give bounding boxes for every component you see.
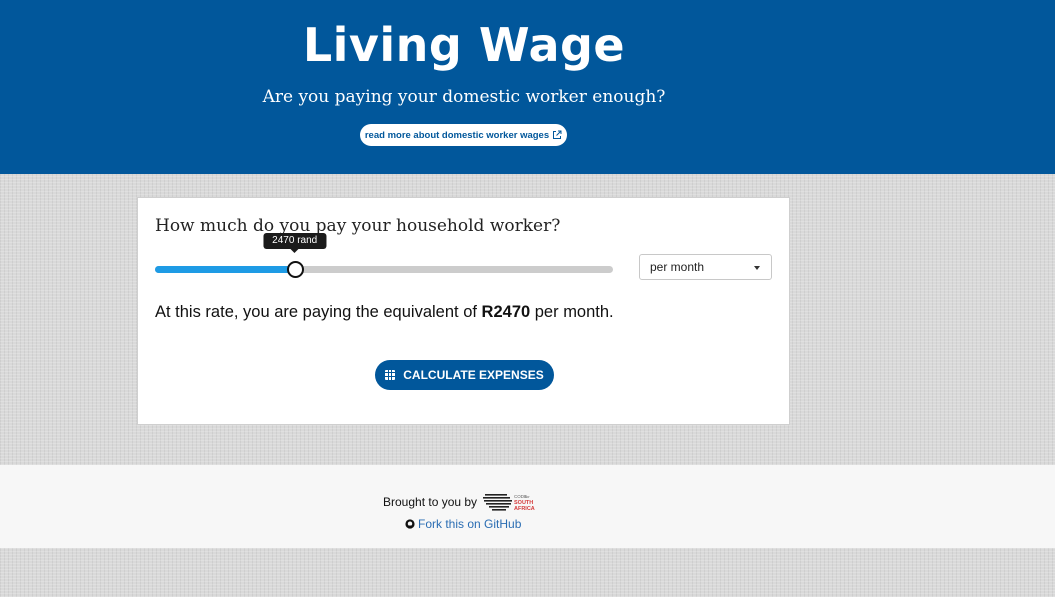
period-select-value: per month [650, 260, 705, 274]
result-amount: R2470 [481, 303, 531, 321]
result-suffix: per month. [530, 303, 614, 321]
result-text: At this rate, you are paying the equival… [155, 303, 614, 322]
page-subtitle: Are you paying your domestic worker enou… [262, 87, 666, 107]
svg-text:for: for [525, 494, 530, 499]
read-more-label: read more about domestic worker wages [364, 129, 550, 141]
github-icon [405, 519, 415, 529]
credits: Brought to you by CODE for SOUTH AFRICA [383, 488, 545, 516]
caret-down-icon [754, 266, 760, 270]
calculator-icon [385, 370, 396, 380]
calculate-expenses-label: CALCULATE EXPENSES [403, 368, 544, 382]
slider-handle[interactable] [286, 261, 304, 278]
footer: Brought to you by CODE for SOUTH AFRICA … [0, 465, 1055, 548]
result-prefix: At this rate, you are paying the equival… [155, 303, 482, 321]
fork-label: Fork this on GitHub [418, 517, 522, 531]
slider-tooltip: 2470 rand [263, 233, 327, 253]
code-for-south-africa-logo[interactable]: CODE for SOUTH AFRICA [483, 488, 545, 516]
header-banner: Living Wage Are you paying your domestic… [0, 0, 1055, 174]
period-select[interactable]: per month [639, 254, 772, 280]
wage-calculator-card: How much do you pay your household worke… [137, 197, 790, 425]
fork-on-github-link[interactable]: Fork this on GitHub [405, 517, 521, 531]
wage-slider[interactable]: 2470 rand [155, 233, 613, 278]
svg-text:AFRICA: AFRICA [514, 506, 535, 512]
page-title: Living Wage [302, 18, 626, 72]
read-more-button[interactable]: read more about domestic worker wages [360, 124, 567, 146]
slider-fill [155, 266, 295, 273]
external-link-icon [553, 130, 562, 139]
wage-question: How much do you pay your household worke… [155, 216, 561, 236]
calculate-expenses-button[interactable]: CALCULATE EXPENSES [375, 360, 554, 390]
brought-by-text: Brought to you by [383, 495, 478, 509]
